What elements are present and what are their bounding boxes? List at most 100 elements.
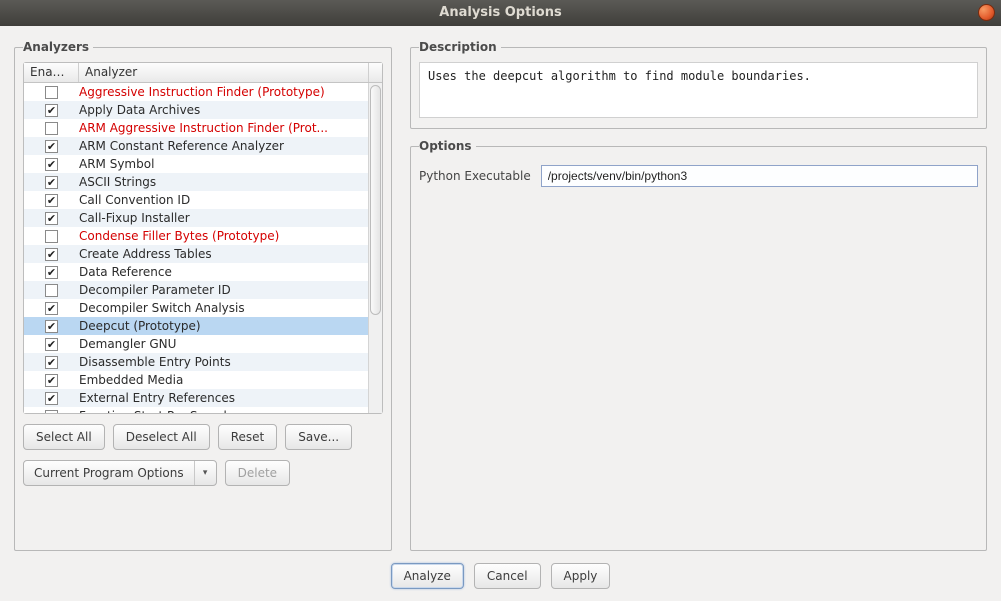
row-analyzer-name[interactable]: Function Start Pre Search [79,407,382,413]
row-analyzer-name[interactable]: Decompiler Switch Analysis [79,299,382,317]
analyzers-title: Analyzers [23,40,93,54]
reset-button[interactable]: Reset [218,424,278,450]
row-checkbox-cell[interactable]: ✔ [24,407,79,413]
description-panel: Description Uses the deepcut algorithm t… [410,40,987,129]
row-checkbox-cell[interactable]: ✔ [24,245,79,263]
row-analyzer-name[interactable]: Deepcut (Prototype) [79,317,382,335]
table-row[interactable]: ARM Aggressive Instruction Finder (Prot.… [24,119,382,137]
row-checkbox-cell[interactable]: ✔ [24,389,79,407]
row-analyzer-name[interactable]: Condense Filler Bytes (Prototype) [79,227,382,245]
row-checkbox-cell[interactable]: ✔ [24,371,79,389]
checkbox[interactable] [45,284,58,297]
row-checkbox-cell[interactable]: ✔ [24,101,79,119]
checkbox[interactable] [45,86,58,99]
analyze-button[interactable]: Analyze [391,563,464,589]
analyzers-panel: Analyzers Enabl... Analyzer Aggressive I… [14,40,392,551]
table-row[interactable]: ✔ External Entry References [24,389,382,407]
options-panel: Options Python Executable [410,139,987,551]
description-text: Uses the deepcut algorithm to find modul… [419,62,978,118]
checkbox[interactable]: ✔ [45,338,58,351]
table-row[interactable]: ✔ Disassemble Entry Points [24,353,382,371]
checkbox[interactable]: ✔ [45,302,58,315]
row-checkbox-cell[interactable] [24,119,79,137]
checkbox[interactable]: ✔ [45,104,58,117]
save-button[interactable]: Save... [285,424,352,450]
row-checkbox-cell[interactable]: ✔ [24,317,79,335]
checkbox[interactable]: ✔ [45,356,58,369]
table-row[interactable]: ✔ Create Address Tables [24,245,382,263]
row-checkbox-cell[interactable] [24,227,79,245]
checkbox[interactable]: ✔ [45,194,58,207]
table-row[interactable]: ✔ Function Start Pre Search [24,407,382,413]
checkbox[interactable]: ✔ [45,212,58,225]
scrollbar-track[interactable] [368,83,382,413]
row-analyzer-name[interactable]: ARM Aggressive Instruction Finder (Prot.… [79,119,382,137]
checkbox[interactable]: ✔ [45,410,58,414]
table-row[interactable]: ✔ Deepcut (Prototype) [24,317,382,335]
checkbox[interactable] [45,230,58,243]
row-analyzer-name[interactable]: Data Reference [79,263,382,281]
checkbox[interactable]: ✔ [45,140,58,153]
row-analyzer-name[interactable]: Call-Fixup Installer [79,209,382,227]
checkbox[interactable]: ✔ [45,392,58,405]
python-executable-field[interactable] [541,165,978,187]
row-analyzer-name[interactable]: ASCII Strings [79,173,382,191]
row-checkbox-cell[interactable]: ✔ [24,209,79,227]
table-row[interactable]: ✔ ARM Constant Reference Analyzer [24,137,382,155]
table-row[interactable]: ✔ Decompiler Switch Analysis [24,299,382,317]
row-analyzer-name[interactable]: Call Convention ID [79,191,382,209]
row-checkbox-cell[interactable]: ✔ [24,191,79,209]
col-analyzer[interactable]: Analyzer [79,63,382,82]
options-scope-combo[interactable]: Current Program Options ▾ [23,460,217,486]
checkbox[interactable]: ✔ [45,176,58,189]
row-analyzer-name[interactable]: Apply Data Archives [79,101,382,119]
col-enabled[interactable]: Enabl... [24,63,79,82]
checkbox[interactable]: ✔ [45,248,58,261]
row-analyzer-name[interactable]: External Entry References [79,389,382,407]
table-body[interactable]: Aggressive Instruction Finder (Prototype… [24,83,382,413]
table-row[interactable]: ✔ Embedded Media [24,371,382,389]
row-analyzer-name[interactable]: Embedded Media [79,371,382,389]
row-analyzer-name[interactable]: Create Address Tables [79,245,382,263]
row-analyzer-name[interactable]: ARM Symbol [79,155,382,173]
table-row[interactable]: ✔ Apply Data Archives [24,101,382,119]
row-analyzer-name[interactable]: ARM Constant Reference Analyzer [79,137,382,155]
row-checkbox-cell[interactable]: ✔ [24,263,79,281]
deselect-all-button[interactable]: Deselect All [113,424,210,450]
window-title: Analysis Options [439,5,561,20]
row-analyzer-name[interactable]: Demangler GNU [79,335,382,353]
checkbox[interactable]: ✔ [45,320,58,333]
table-row[interactable]: Aggressive Instruction Finder (Prototype… [24,83,382,101]
row-checkbox-cell[interactable]: ✔ [24,173,79,191]
row-checkbox-cell[interactable]: ✔ [24,353,79,371]
table-row[interactable]: ✔ ARM Symbol [24,155,382,173]
table-row[interactable]: ✔ Call Convention ID [24,191,382,209]
row-checkbox-cell[interactable] [24,83,79,101]
options-scope-label: Current Program Options [34,466,184,480]
table-row[interactable]: Decompiler Parameter ID [24,281,382,299]
row-analyzer-name[interactable]: Disassemble Entry Points [79,353,382,371]
table-row[interactable]: Condense Filler Bytes (Prototype) [24,227,382,245]
cancel-button[interactable]: Cancel [474,563,541,589]
delete-button: Delete [225,460,290,486]
checkbox[interactable] [45,122,58,135]
apply-button[interactable]: Apply [551,563,611,589]
table-row[interactable]: ✔ Demangler GNU [24,335,382,353]
checkbox[interactable]: ✔ [45,374,58,387]
checkbox[interactable]: ✔ [45,158,58,171]
row-checkbox-cell[interactable] [24,281,79,299]
row-analyzer-name[interactable]: Decompiler Parameter ID [79,281,382,299]
row-checkbox-cell[interactable]: ✔ [24,137,79,155]
scrollbar-thumb[interactable] [370,85,381,315]
description-title: Description [419,40,501,54]
row-checkbox-cell[interactable]: ✔ [24,299,79,317]
table-row[interactable]: ✔ ASCII Strings [24,173,382,191]
row-checkbox-cell[interactable]: ✔ [24,155,79,173]
table-row[interactable]: ✔ Call-Fixup Installer [24,209,382,227]
table-row[interactable]: ✔ Data Reference [24,263,382,281]
select-all-button[interactable]: Select All [23,424,105,450]
row-checkbox-cell[interactable]: ✔ [24,335,79,353]
close-icon[interactable] [978,4,995,21]
checkbox[interactable]: ✔ [45,266,58,279]
row-analyzer-name[interactable]: Aggressive Instruction Finder (Prototype… [79,83,382,101]
